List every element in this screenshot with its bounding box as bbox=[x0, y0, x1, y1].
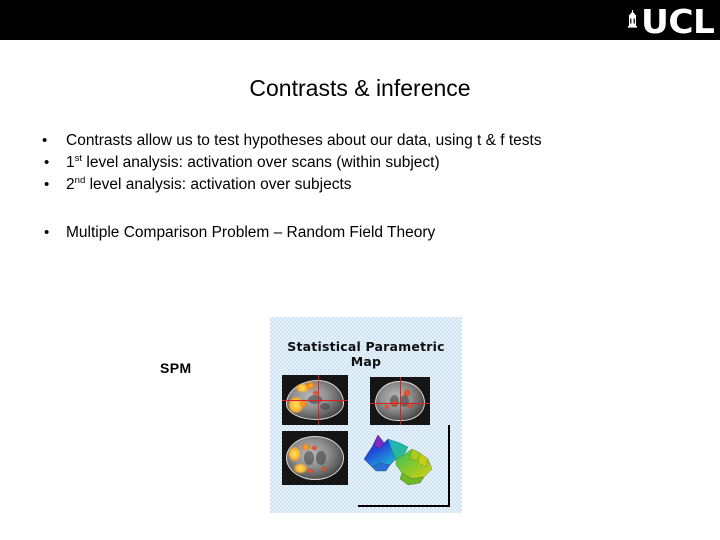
brain-structure bbox=[320, 403, 330, 410]
activation-blob bbox=[302, 444, 310, 450]
activation-blob bbox=[312, 446, 317, 450]
top-banner: UCL bbox=[0, 0, 720, 40]
page-title: Contrasts & inference bbox=[249, 75, 471, 101]
activation-blob bbox=[308, 469, 313, 473]
figure-title: Statistical Parametric Map bbox=[287, 339, 445, 369]
list-item-text: Multiple Comparison Problem – Random Fie… bbox=[66, 222, 666, 244]
list-item-text-rest: level analysis: activation over scans (w… bbox=[82, 154, 440, 171]
crosshair-vertical-icon bbox=[318, 375, 319, 425]
list-item-text: 2nd level analysis: activation over subj… bbox=[66, 174, 666, 196]
activation-blob bbox=[385, 405, 389, 409]
ordinal-suffix: st bbox=[74, 152, 83, 164]
ordinal-suffix: nd bbox=[74, 174, 86, 186]
bullet-marker-icon: • bbox=[44, 154, 50, 171]
list-item-text-main: 2 bbox=[66, 176, 75, 193]
axial-brain-slice bbox=[282, 431, 348, 485]
list-item-text-main: Multiple Comparison Problem – Random Fie… bbox=[66, 224, 436, 241]
statistical-parametric-map-figure: Statistical Parametric Map bbox=[270, 317, 462, 513]
list-item: • Contrasts allow us to test hypotheses … bbox=[36, 130, 686, 152]
activation-blob bbox=[294, 464, 307, 473]
sagittal-brain-slice bbox=[282, 375, 348, 425]
3d-surface-plot bbox=[362, 429, 440, 489]
bullet-marker-icon: • bbox=[42, 132, 48, 149]
coronal-brain-slice bbox=[370, 377, 430, 425]
list-item-text: Contrasts allow us to test hypotheses ab… bbox=[66, 130, 666, 152]
brain-structure bbox=[304, 451, 314, 465]
crosshair-vertical-icon bbox=[400, 377, 401, 425]
list-item-text: 1st level analysis: activation over scan… bbox=[66, 152, 666, 174]
activation-blob bbox=[289, 447, 300, 461]
list-item: • 1st level analysis: activation over sc… bbox=[36, 152, 686, 174]
plot-axis-horizontal bbox=[358, 505, 450, 507]
bullet-marker-icon: • bbox=[44, 224, 50, 241]
crosshair-horizontal-icon bbox=[282, 400, 348, 401]
spm-caption: SPM bbox=[160, 360, 192, 376]
activation-blob bbox=[300, 401, 307, 407]
brain-structure bbox=[316, 451, 326, 465]
bullet-list: • Contrasts allow us to test hypotheses … bbox=[36, 130, 686, 244]
list-item-text-main: 1 bbox=[66, 154, 75, 171]
activation-blob bbox=[322, 467, 326, 471]
activation-blob bbox=[408, 404, 412, 408]
list-item-text-rest: level analysis: activation over subjects bbox=[85, 176, 352, 193]
bullet-marker-icon: • bbox=[44, 176, 50, 193]
list-item: • 2nd level analysis: activation over su… bbox=[36, 174, 686, 196]
list-item: • Multiple Comparison Problem – Random F… bbox=[36, 222, 686, 244]
activation-blob bbox=[404, 390, 410, 396]
activation-blob bbox=[306, 382, 315, 389]
plot-axis-vertical bbox=[448, 425, 450, 507]
list-item-text-main: Contrasts allow us to test hypotheses ab… bbox=[66, 132, 542, 149]
ucl-logo: UCL bbox=[626, 1, 715, 41]
ucl-building-icon bbox=[626, 10, 639, 30]
ucl-wordmark: UCL bbox=[641, 1, 715, 41]
